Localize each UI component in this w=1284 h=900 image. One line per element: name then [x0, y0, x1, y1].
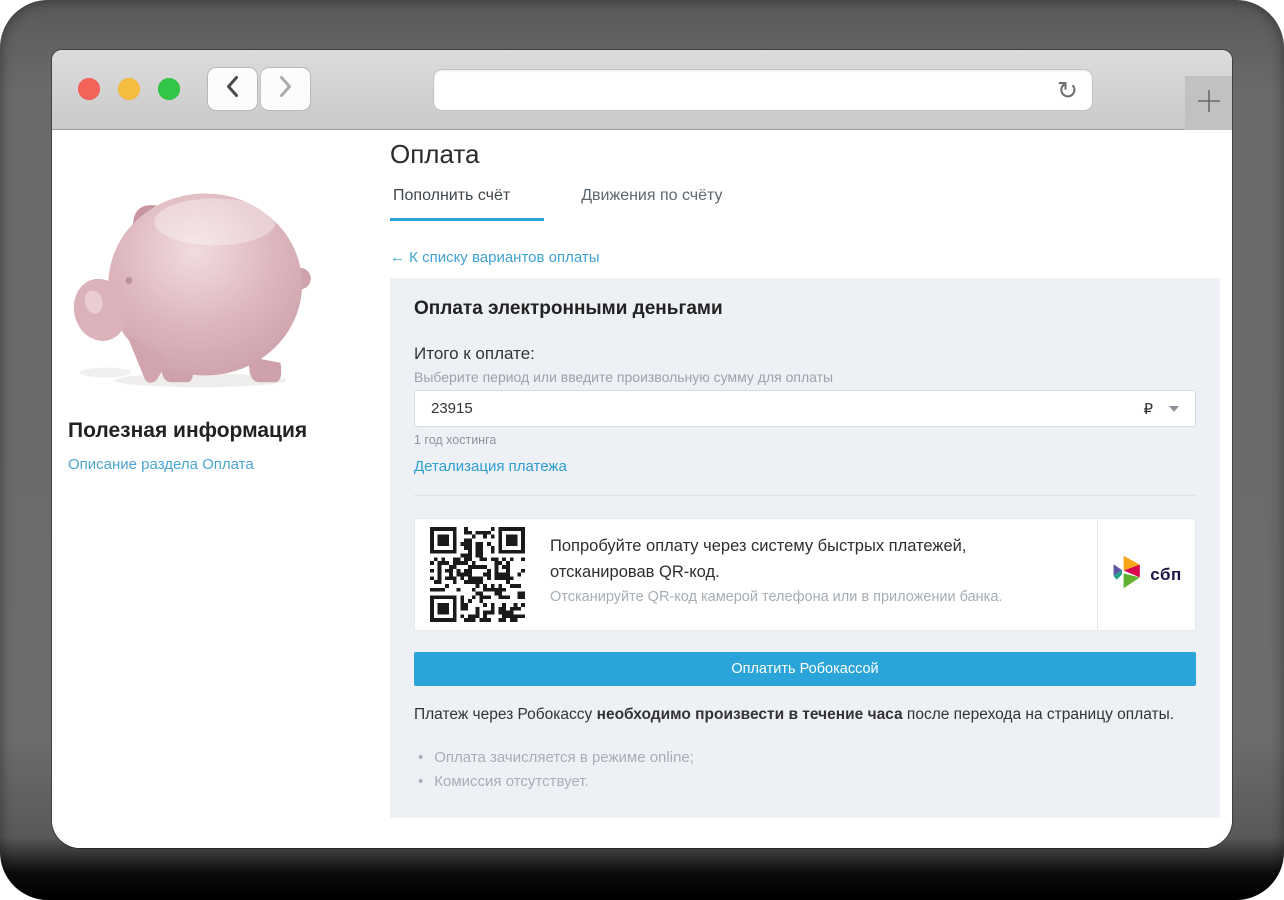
refresh-icon[interactable]: ↻: [1057, 78, 1078, 103]
back-button[interactable]: [207, 67, 258, 111]
pay-robokassa-button[interactable]: Оплатить Робокассой: [414, 652, 1196, 686]
sbp-qr-card: Попробуйте оплату через систему быстрых …: [414, 518, 1196, 631]
page-content: Полезная информация Описание раздела Опл…: [52, 131, 1232, 848]
address-bar[interactable]: ↻: [433, 69, 1093, 111]
url-input[interactable]: [448, 82, 1057, 99]
list-item: Комиссия отсутствует.: [418, 770, 694, 794]
panel-heading: Оплата электронными деньгами: [414, 298, 723, 320]
period-note: 1 год хостинга: [414, 433, 496, 447]
sbp-logo-icon: [1112, 553, 1146, 596]
new-tab-button[interactable]: [1185, 76, 1232, 130]
forward-button[interactable]: [260, 67, 311, 111]
close-window-button[interactable]: [78, 78, 100, 100]
list-item: Оплата зачисляется в режиме online;: [418, 746, 694, 770]
total-due-label: Итого к оплате:: [414, 344, 535, 364]
chevron-down-icon[interactable]: [1169, 406, 1179, 412]
qr-code: [430, 527, 525, 622]
payment-note-suffix: после перехода на страницу оплаты.: [903, 706, 1174, 723]
payment-note-prefix: Платеж через Робокассу: [414, 706, 597, 723]
sbp-text-block: Попробуйте оплату через систему быстрых …: [550, 533, 1050, 605]
total-due-hint: Выберите период или введите произвольную…: [414, 369, 833, 385]
piggy-bank-image: [68, 171, 313, 401]
payment-note-bold: необходимо произвести в течение часа: [597, 706, 903, 723]
minimize-window-button[interactable]: [118, 78, 140, 100]
amount-input[interactable]: [431, 400, 1143, 417]
sbp-logo-text: сбп: [1150, 565, 1182, 585]
payment-bullets: Оплата зачисляется в режиме online; Коми…: [418, 746, 694, 794]
currency-symbol: ₽: [1143, 400, 1153, 418]
sidebar-heading: Полезная информация: [68, 419, 307, 443]
payment-panel: Оплата электронными деньгами Итого к опл…: [390, 278, 1220, 818]
payment-note: Платеж через Робокассу необходимо произв…: [414, 706, 1174, 724]
browser-toolbar: ↻: [52, 50, 1232, 130]
amount-field[interactable]: ₽: [414, 390, 1196, 427]
zoom-window-button[interactable]: [158, 78, 180, 100]
divider: [414, 495, 1196, 496]
sidebar-link-payment-description[interactable]: Описание раздела Оплата: [68, 456, 254, 473]
chevron-left-icon: [225, 75, 240, 103]
back-to-payment-options-link[interactable]: ← К списку вариантов оплаты: [390, 249, 600, 266]
chevron-right-icon: [278, 75, 293, 103]
plus-icon: [1195, 87, 1223, 120]
tab-top-up-account[interactable]: Пополнить счёт: [390, 187, 544, 221]
page-title: Оплата: [390, 139, 479, 170]
tab-account-movements[interactable]: Движения по счёту: [578, 187, 725, 221]
sbp-sub-text: Отсканируйте QR-код камерой телефона или…: [550, 589, 1050, 605]
sbp-main-text: Попробуйте оплату через систему быстрых …: [550, 533, 1050, 585]
payment-details-link[interactable]: Детализация платежа: [414, 458, 567, 475]
tabs: Пополнить счёт Движения по счёту: [390, 187, 726, 221]
browser-window: ↻: [52, 50, 1232, 848]
sbp-logo: сбп: [1097, 519, 1196, 630]
